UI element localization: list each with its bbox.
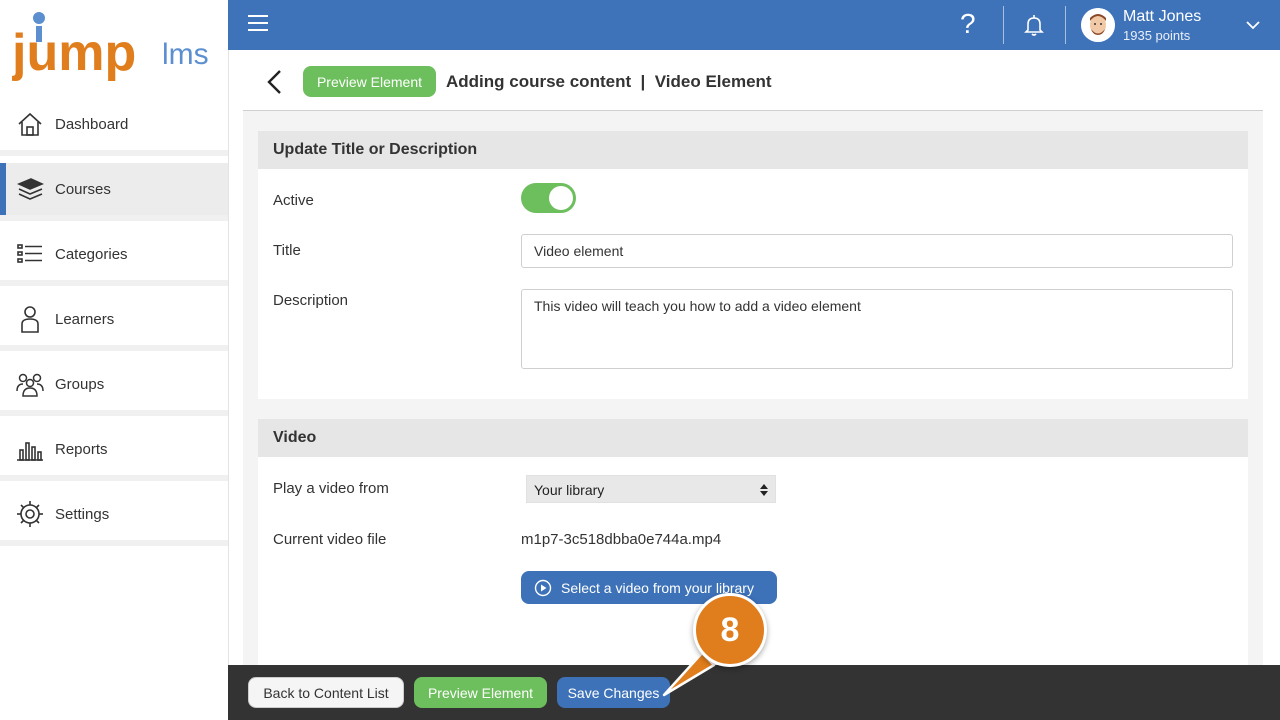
play-circle-icon [534, 579, 552, 596]
gear-icon [15, 499, 45, 529]
sidebar-item-categories[interactable]: Categories [0, 228, 228, 286]
back-to-content-list-button[interactable]: Back to Content List [248, 677, 404, 708]
jumplms-logo[interactable]: jump lms [11, 8, 222, 88]
title-label: Title [273, 242, 301, 259]
description-label: Description [273, 292, 349, 309]
section-heading: Video [258, 419, 1248, 457]
current-file-value: m1p7-3c518dbba0e744a.mp4 [521, 531, 722, 548]
sidebar-item-courses[interactable]: Courses [0, 163, 228, 221]
main-content: Update Title or Description Active Title… [243, 111, 1263, 665]
group-icon [15, 369, 45, 399]
sidebar-item-settings[interactable]: Settings [0, 488, 228, 546]
sidebar-item-learners[interactable]: Learners [0, 293, 228, 351]
list-icon [15, 239, 45, 269]
sidebar-item-reports[interactable]: Reports [0, 423, 228, 481]
page-title: Adding course content | Video Element [446, 72, 772, 91]
current-file-label: Current video file [273, 531, 387, 548]
preview-element-button[interactable]: Preview Element [303, 66, 436, 97]
menu-icon[interactable] [248, 15, 268, 35]
title-input[interactable]: Video element [521, 234, 1233, 268]
sidebar-item-label: Settings [55, 505, 110, 523]
play-source-label: Play a video from [273, 480, 389, 497]
details-card: Update Title or Description Active Title… [258, 131, 1248, 399]
section-heading: Update Title or Description [258, 131, 1248, 169]
sidebar-item-label: Categories [55, 245, 128, 263]
sidebar-item-dashboard[interactable]: Dashboard [0, 98, 228, 156]
description-textarea[interactable]: This video will teach you how to add a v… [521, 289, 1233, 369]
sidebar-item-groups[interactable]: Groups [0, 358, 228, 416]
video-source-select[interactable]: Your library [526, 475, 776, 503]
chevron-down-icon[interactable] [1245, 17, 1261, 33]
person-icon [15, 304, 45, 334]
active-toggle[interactable] [521, 183, 576, 213]
sidebar-item-label: Courses [55, 180, 111, 198]
logo-jump-text: jump [12, 24, 136, 82]
sidebar-item-label: Learners [55, 310, 115, 328]
divider [1003, 6, 1004, 44]
user-points: 1935 points [1123, 28, 1191, 43]
footer-bar: Back to Content List Preview Element Sav… [228, 665, 1280, 720]
select-arrows-icon [760, 484, 768, 496]
save-changes-button[interactable]: Save Changes [557, 677, 670, 708]
top-bar: ? Matt Jones 1935 points [228, 0, 1280, 50]
step-callout-badge: 8 [693, 593, 767, 667]
sidebar-item-label: Reports [55, 440, 108, 458]
help-icon[interactable]: ? [960, 9, 976, 39]
user-name[interactable]: Matt Jones [1123, 8, 1201, 26]
books-icon [15, 174, 45, 204]
sidebar-item-label: Groups [55, 375, 105, 393]
avatar[interactable] [1081, 8, 1115, 42]
sidebar-item-label: Dashboard [55, 115, 129, 133]
preview-element-button[interactable]: Preview Element [414, 677, 547, 708]
logo-lms-text: lms [162, 38, 209, 71]
bell-icon[interactable] [1022, 13, 1046, 37]
sidebar: jump lms Dashboard Courses Categories Le… [0, 0, 229, 720]
back-arrow-icon[interactable] [262, 68, 286, 96]
select-value: Your library [534, 482, 605, 498]
active-label: Active [273, 192, 314, 209]
bar-chart-icon [15, 434, 45, 464]
divider [1065, 6, 1066, 44]
home-icon [15, 109, 45, 139]
